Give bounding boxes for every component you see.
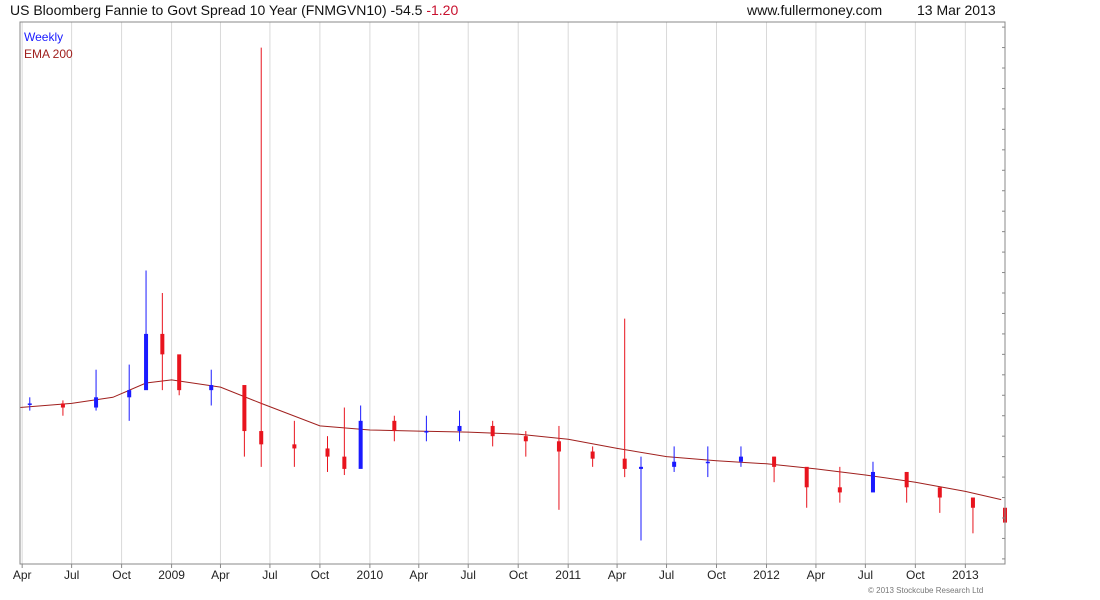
candle-body bbox=[160, 333, 165, 355]
candle-body bbox=[556, 441, 561, 452]
x-tick-label: Oct bbox=[311, 568, 330, 582]
candle-body bbox=[523, 436, 528, 442]
legend-weekly: Weekly bbox=[24, 30, 63, 44]
candle-body bbox=[209, 385, 214, 391]
x-axis: Apr Jul Oct 2009 Apr Jul Oct 2010 Apr Jul Oct 2011 A… bbox=[13, 564, 979, 582]
candles bbox=[27, 47, 1007, 541]
candle-body bbox=[392, 420, 397, 432]
candle-body bbox=[144, 333, 149, 391]
candle-body bbox=[638, 466, 643, 469]
candle-body bbox=[60, 403, 65, 408]
candle-body bbox=[622, 458, 627, 469]
candle-body bbox=[342, 456, 347, 469]
x-tick-label: 2010 bbox=[357, 568, 384, 582]
ema-layer bbox=[19, 379, 1002, 501]
candle-body bbox=[837, 487, 842, 493]
candle-body bbox=[870, 471, 875, 493]
ema-200-line bbox=[19, 379, 1002, 501]
candle-body bbox=[94, 397, 99, 408]
x-tick-label: Apr bbox=[13, 568, 32, 582]
candle-body bbox=[738, 456, 743, 462]
x-tick-label: Jul bbox=[64, 568, 79, 582]
plot-frame bbox=[19, 21, 1006, 565]
copyright: © 2013 Stockcube Research Ltd bbox=[868, 586, 984, 595]
candle-body bbox=[672, 461, 677, 467]
x-tick-label: Apr bbox=[807, 568, 826, 582]
candle-body bbox=[904, 471, 909, 488]
x-tick-label: Jul bbox=[659, 568, 674, 582]
x-tick-label: Apr bbox=[211, 568, 230, 582]
x-tick-label: Apr bbox=[409, 568, 428, 582]
candle-body bbox=[325, 448, 330, 457]
x-tick-label: 2012 bbox=[753, 568, 780, 582]
candle-body bbox=[259, 431, 264, 445]
candle-body bbox=[292, 444, 297, 449]
x-tick-label: Jul bbox=[858, 568, 873, 582]
x-tick-label: Jul bbox=[461, 568, 476, 582]
candle-body bbox=[27, 403, 32, 405]
x-tick-label: 2013 bbox=[952, 568, 979, 582]
candle-body bbox=[970, 497, 975, 508]
price-chart: Apr Jul Oct 2009 Apr Jul Oct 2010 Apr Jul Oct 2011 A… bbox=[13, 21, 1007, 582]
x-tick-label: Oct bbox=[906, 568, 925, 582]
grid bbox=[21, 22, 966, 564]
x-tick-label: 2009 bbox=[158, 568, 185, 582]
x-tick-label: Oct bbox=[509, 568, 528, 582]
candle-body bbox=[937, 487, 942, 498]
legend-ema: EMA 200 bbox=[24, 47, 73, 61]
x-tick-label: Apr bbox=[608, 568, 627, 582]
candle-body bbox=[705, 461, 710, 464]
candle-body bbox=[590, 451, 595, 459]
x-tick-label: 2011 bbox=[555, 568, 581, 582]
x-tick-label: Jul bbox=[262, 568, 277, 582]
candle-body bbox=[804, 466, 809, 488]
candle-body bbox=[457, 425, 462, 432]
candle-body bbox=[358, 420, 363, 469]
candle-body bbox=[242, 385, 247, 432]
x-tick-label: Oct bbox=[112, 568, 131, 582]
x-tick-label: Oct bbox=[707, 568, 726, 582]
candle-body bbox=[772, 456, 777, 467]
candle-body bbox=[424, 431, 429, 433]
candle-body bbox=[127, 390, 132, 398]
candle-body bbox=[490, 425, 495, 437]
candle-body bbox=[177, 354, 182, 391]
